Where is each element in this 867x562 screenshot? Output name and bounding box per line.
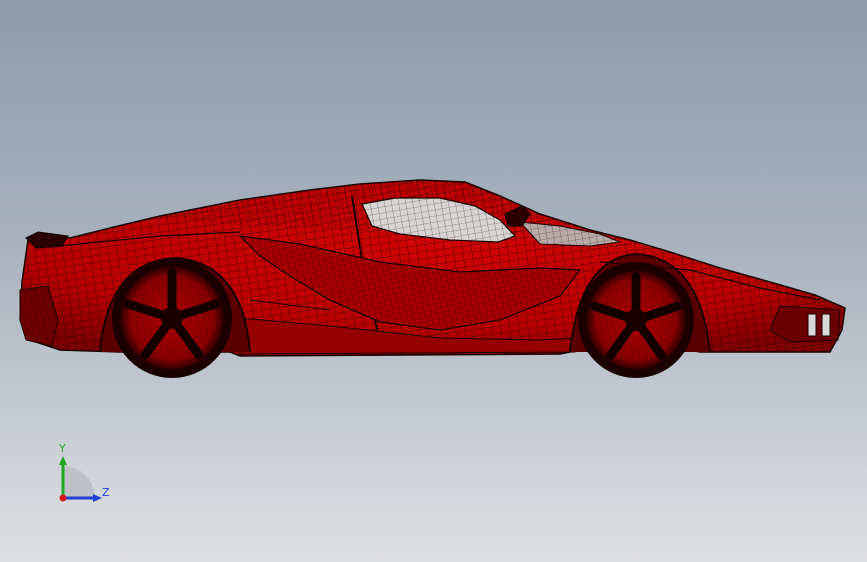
rear-wheel <box>112 258 232 378</box>
front-wheel <box>578 262 694 378</box>
axis-z-label: Z <box>102 486 110 499</box>
graphics-viewport[interactable]: Y Z <box>0 0 867 562</box>
axis-y-label: Y <box>59 442 66 455</box>
car-model-3d[interactable] <box>0 0 867 562</box>
view-orientation-triad: Y Z <box>50 440 120 510</box>
